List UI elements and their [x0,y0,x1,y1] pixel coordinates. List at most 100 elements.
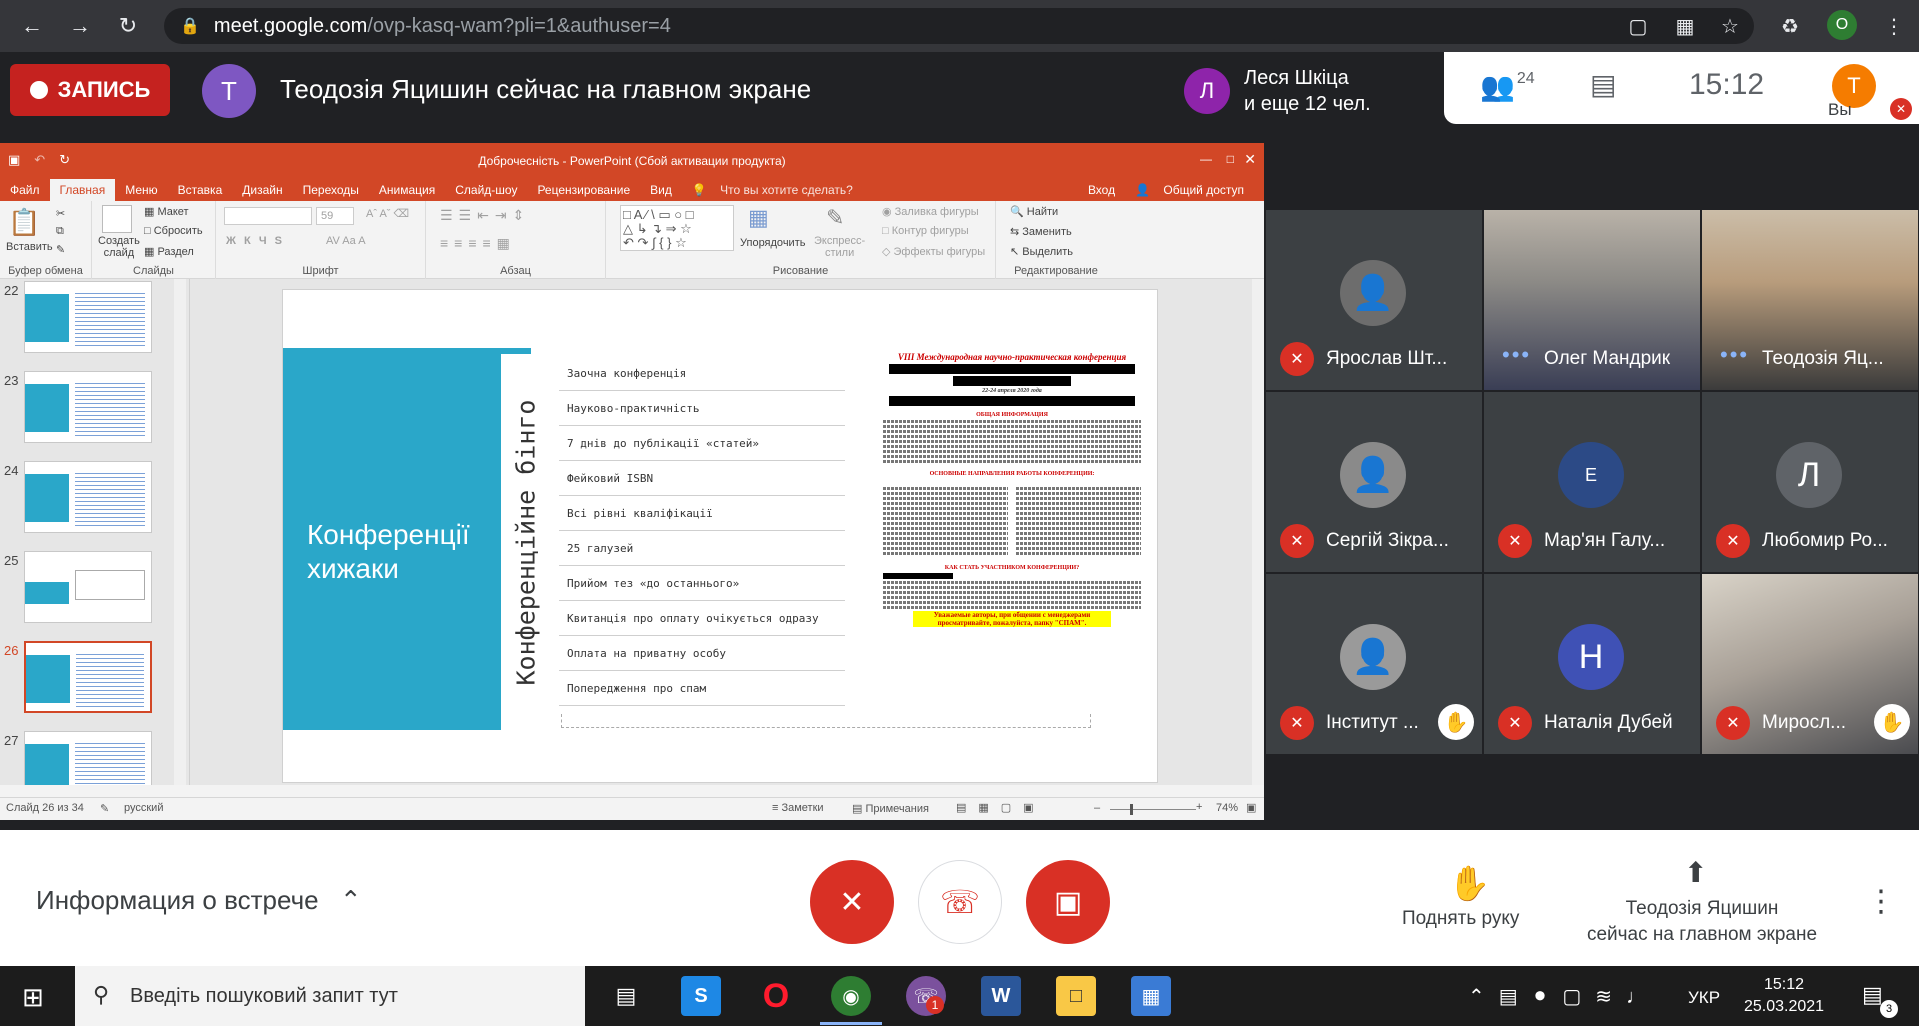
slide-thumbnail[interactable] [24,551,152,623]
list-icons[interactable]: ☰☰⇤⇥⇕ [440,207,530,224]
extensions-icon[interactable]: ♻ [1776,12,1804,40]
participant-tile[interactable]: ••• Теодозія Яц... [1702,210,1918,390]
signin-link[interactable]: Вход [1078,179,1125,201]
notifications-icon[interactable]: ▤ [1862,982,1883,1008]
participant-tile[interactable]: Л ✕ Любомир Ро... [1702,392,1918,572]
people-button[interactable]: 👥 24 [1480,70,1535,103]
opera-icon[interactable]: O [756,976,796,1016]
keyboard-language[interactable]: УКР [1688,988,1720,1008]
slide-thumbnail[interactable] [24,461,152,533]
translate-icon[interactable]: ▦ [1671,12,1699,40]
paste-icon[interactable]: 📋 [8,207,40,238]
participant-tile[interactable]: E ✕ Мар'ян Галу... [1484,392,1700,572]
share-button[interactable]: 👤 Общий доступ [1125,179,1264,201]
font-name-input[interactable] [224,207,312,225]
word-icon[interactable]: W [981,976,1021,1016]
bingo-item[interactable]: 25 галузей [559,531,845,566]
zoom-slider-handle[interactable] [1130,804,1133,815]
arrange-icon[interactable]: ▦ [748,205,769,231]
shape-fill-button[interactable]: ◉ Заливка фигуры [882,205,979,218]
more-options-icon[interactable]: ⋮ [1866,884,1896,919]
bingo-item[interactable]: Прийом тез «до останнього» [559,566,845,601]
view-buttons[interactable]: ▤▦▢▣ [956,801,1046,814]
browser-menu-icon[interactable]: ⋮ [1880,12,1908,40]
windows-start-icon[interactable]: ⊞ [22,982,44,1013]
slide-thumbnail[interactable] [24,281,152,353]
bingo-item[interactable]: Оплата на приватну особу [559,636,845,671]
meeting-info-button[interactable]: Информация о встрече ⌃ [36,885,362,916]
bingo-item[interactable]: Квитанція про оплату очікується одразу [559,601,845,636]
reload-icon[interactable]: ↻ [112,10,144,42]
participant-tile[interactable]: 👤 ✕ Ярослав Шт... [1266,210,1482,390]
thumbs-scrollbar[interactable] [174,279,186,785]
tab-view[interactable]: Вид [640,179,682,201]
vertical-heading[interactable]: Конференційне бінго [501,354,551,730]
raise-hand-button[interactable]: Поднять руку [1402,908,1519,930]
tab-transitions[interactable]: Переходы [293,179,369,201]
task-view-icon[interactable]: ▤ [606,976,646,1016]
participant-tile[interactable]: Н ✕ Наталія Дубей [1484,574,1700,754]
calculator-icon[interactable]: ▦ [1131,976,1171,1016]
comments-button[interactable]: ▤ Примечания [852,802,929,815]
quick-styles-button[interactable]: Экспресс-стили [814,235,865,259]
zoom-slider[interactable] [1110,809,1196,810]
s-app-icon[interactable]: S [681,976,721,1016]
arrange-button[interactable]: Упорядочить [740,237,805,249]
new-slide-button[interactable]: Создать слайд [98,235,140,259]
align-icons[interactable]: ≡≡≡≡▦ [440,235,516,252]
copy-icon[interactable]: ⧉ [56,225,64,238]
spellcheck-icon[interactable]: ✎ [100,802,109,815]
replace-button[interactable]: ⇆ Заменить [1010,225,1072,238]
fit-slide-icon[interactable]: ▣ [1246,801,1256,814]
present-now-button[interactable]: Теодозія Яцишин сейчас на главном экране [1577,896,1827,948]
system-tray-icons[interactable]: ⌃▤⚫▢≋♩ [1468,984,1660,1009]
bookmark-star-icon[interactable]: ☆ [1716,12,1744,40]
slide-thumbnail-selected[interactable] [24,641,152,713]
slide-thumbnail[interactable] [24,731,152,785]
bingo-item[interactable]: Всі рівні кваліфікації [559,496,845,531]
taskbar-clock[interactable]: 15:12 25.03.2021 [1744,974,1824,1018]
forward-icon[interactable]: → [64,10,96,42]
font-size-input[interactable]: 59 [316,207,354,225]
present-icon[interactable]: ⬆ [1684,856,1707,889]
tab-file[interactable]: Файл [0,179,50,201]
font-style-buttons[interactable]: ЖКЧS [226,235,290,247]
zoom-in-icon[interactable]: + [1196,801,1202,813]
paste-button[interactable]: Вставить [6,241,53,253]
raise-hand-icon[interactable]: ✋ [1448,864,1490,904]
new-slide-icon[interactable] [102,205,132,233]
back-icon[interactable]: ← [16,10,48,42]
minimize-icon[interactable]: — [1200,152,1212,166]
tell-me-box[interactable]: 💡 Что вы хотите сделать? [682,179,873,201]
participant-tile[interactable]: 👤 ✕ Інститут ... ✋ [1266,574,1482,754]
close-icon[interactable]: ✕ [1244,151,1256,168]
notes-button[interactable]: ≡ Заметки [772,802,824,814]
find-button[interactable]: 🔍 Найти [1010,205,1058,218]
tab-design[interactable]: Дизайн [232,179,292,201]
shape-outline-button[interactable]: □ Контур фигуры [882,225,969,237]
address-bar[interactable]: 🔒 meet.google.com /ovp-kasq-wam?pli=1&au… [164,8,1754,44]
reset-button[interactable]: □ Сбросить [144,225,203,237]
participant-tile[interactable]: ✕ Миросл... ✋ [1702,574,1918,754]
maximize-icon[interactable]: □ [1227,152,1234,166]
taskbar-search[interactable]: ⚲ Введіть пошуковий запит тут [75,966,585,1026]
tab-menu[interactable]: Меню [115,179,167,201]
tab-home[interactable]: Главная [49,179,116,201]
camera-blocked-icon[interactable]: ▢ [1624,12,1652,40]
grow-font-icon[interactable]: Aˆ Aˇ ⌫ [366,207,409,220]
camera-toggle-button[interactable]: ▣ [1026,860,1110,944]
participant-tile[interactable]: ••• Олег Мандрик [1484,210,1700,390]
slide-title[interactable]: Конференції хижаки [307,518,531,586]
bingo-item[interactable]: Попередження про спам [559,671,845,706]
format-painter-icon[interactable]: ✎ [56,243,65,256]
tab-insert[interactable]: Вставка [168,179,233,201]
slide-thumbnail[interactable] [24,371,152,443]
participant-tile[interactable]: 👤 ✕ Сергій Зікра... [1266,392,1482,572]
mic-toggle-button[interactable]: ✕ [810,860,894,944]
font-color-icon[interactable]: AV Aa A [326,235,366,247]
shapes-gallery[interactable]: □ A ⁄ \ ▭ ○ □ △ ↳ ↴ ⇒ ☆ ↶ ↷ ∫ { } ☆ [620,205,734,251]
tab-review[interactable]: Рецензирование [527,179,640,201]
bingo-item[interactable]: Заочна конференція [559,356,845,391]
chat-icon[interactable]: ▤ [1590,68,1616,101]
layout-button[interactable]: ▦ Макет [144,205,189,218]
